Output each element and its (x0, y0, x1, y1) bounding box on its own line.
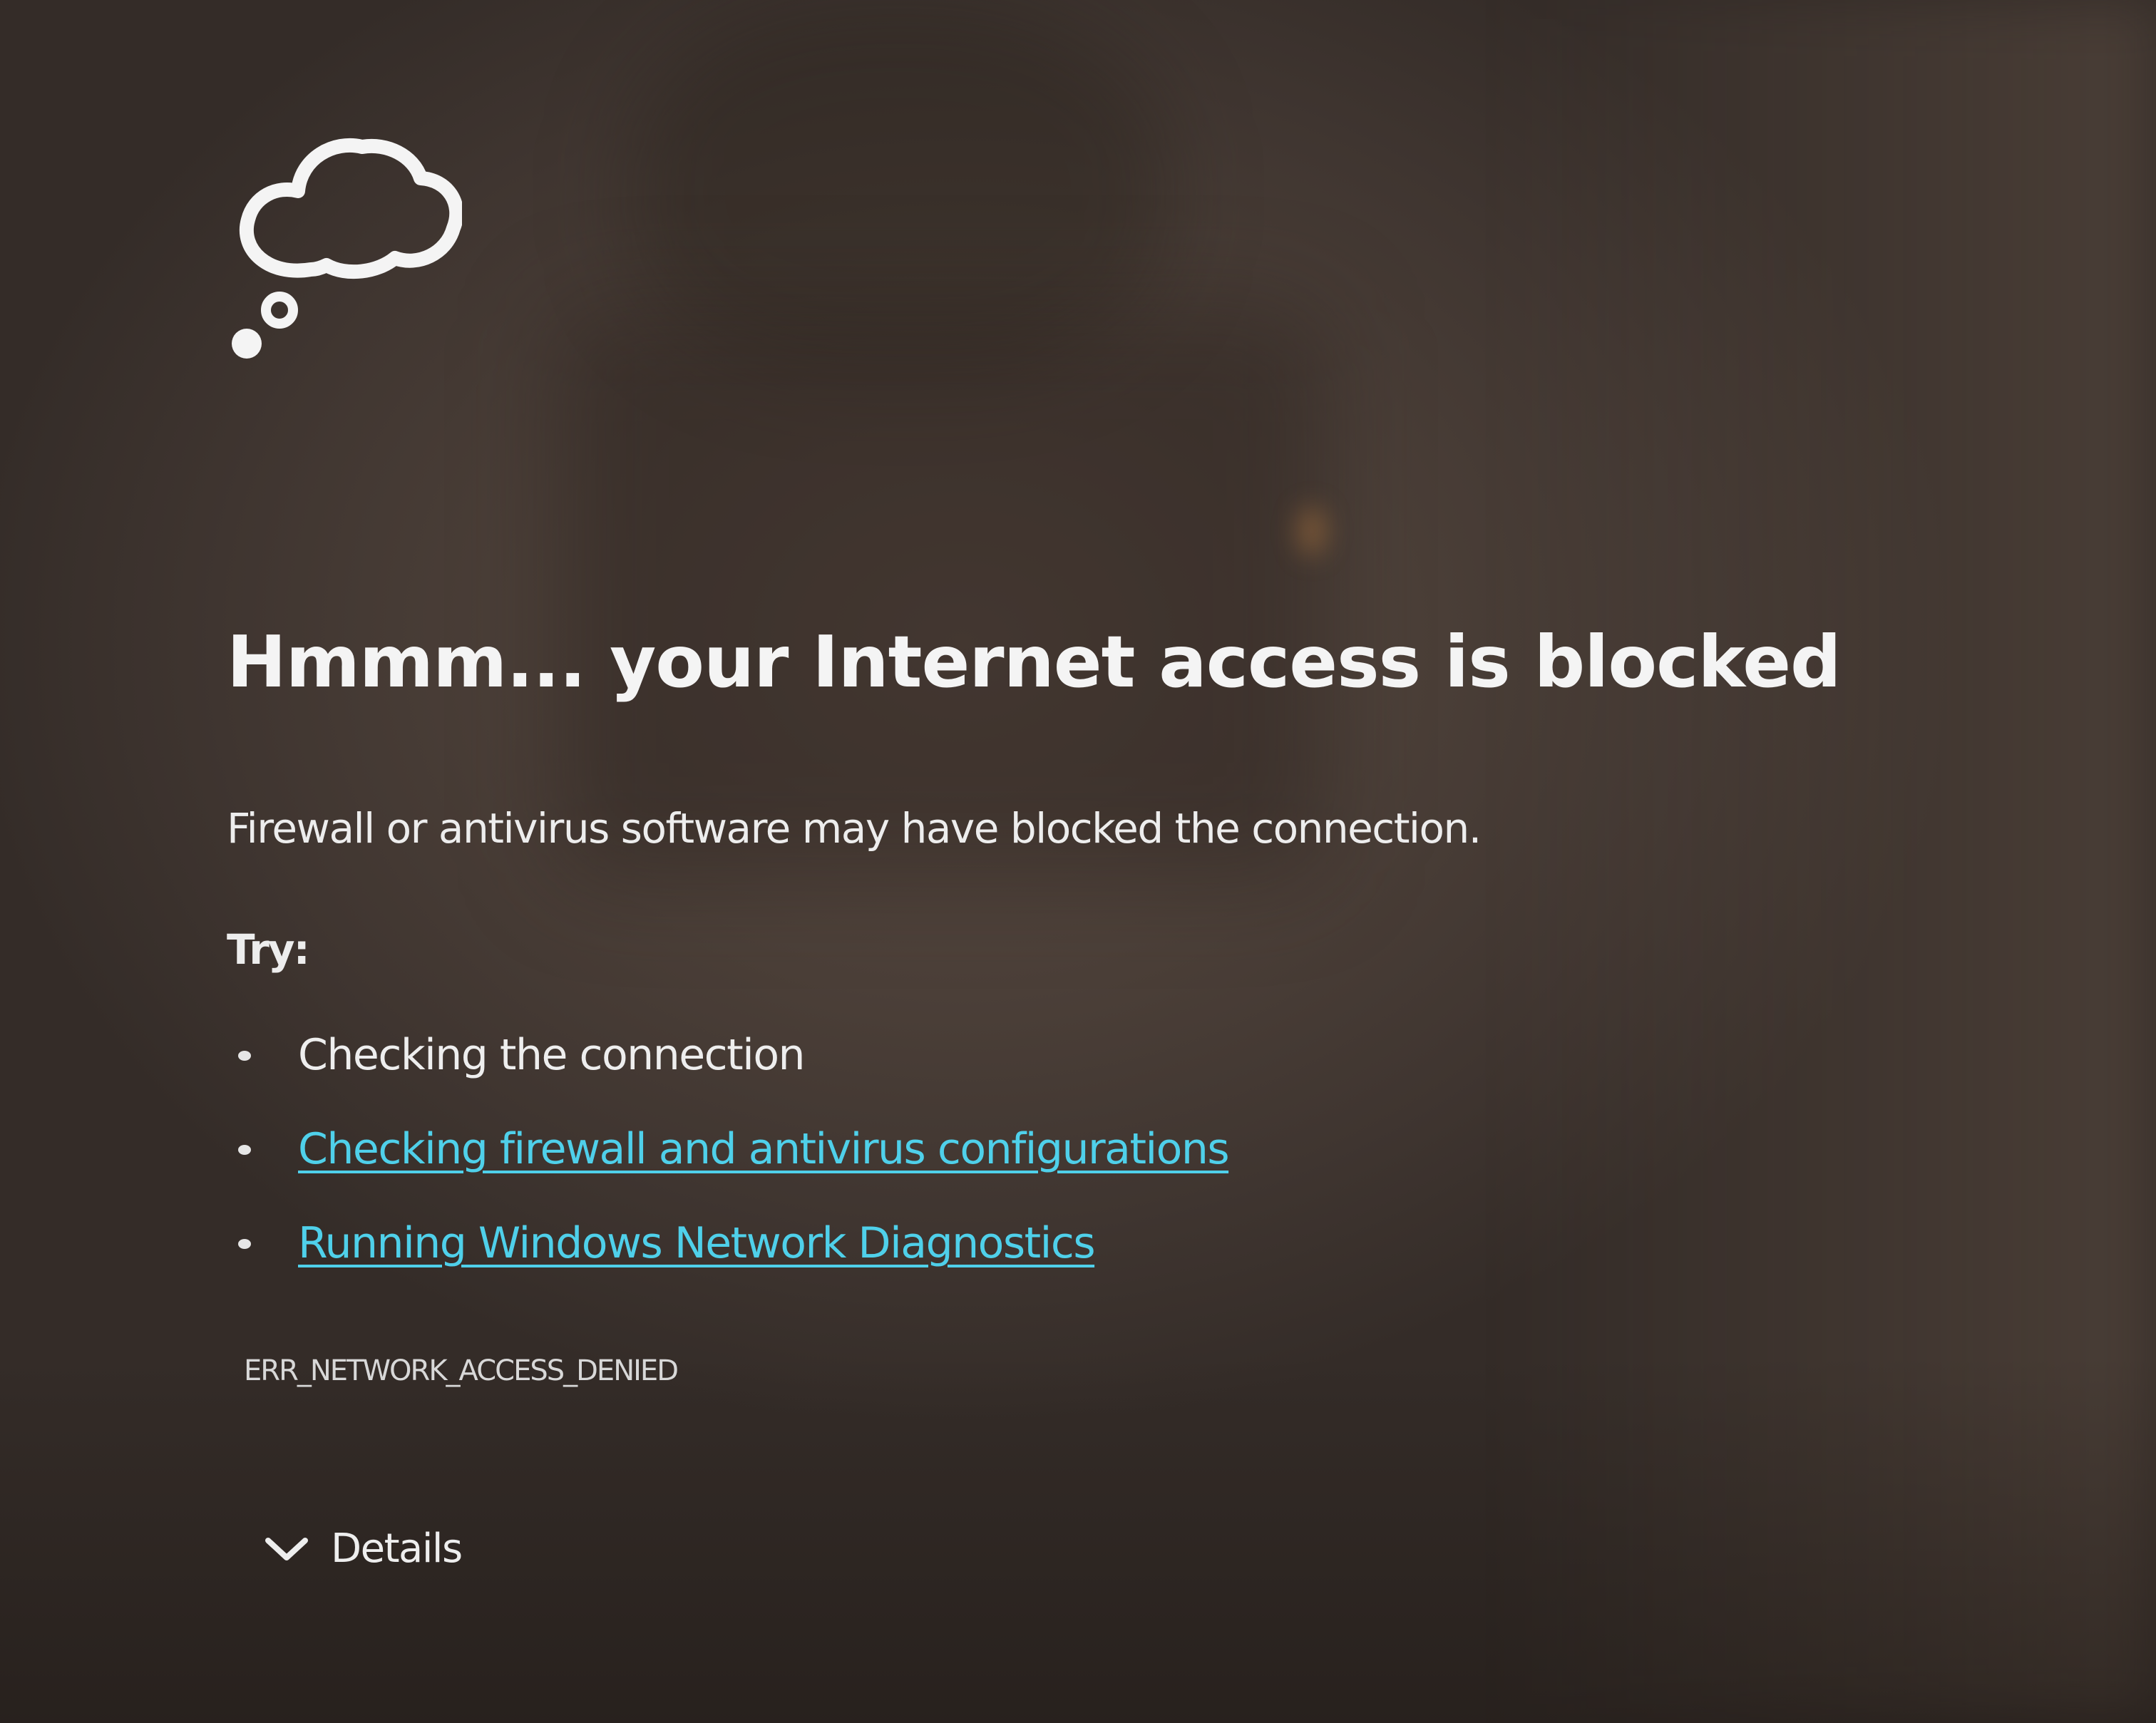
page-subtitle: Firewall or antivirus software may have … (227, 804, 1482, 853)
suggestion-item: Checking firewall and antivirus configur… (227, 1121, 1230, 1215)
details-button[interactable]: Details (264, 1526, 463, 1572)
suggestion-item: Checking the connection (227, 1027, 1228, 1121)
thought-cloud-icon (232, 138, 462, 359)
bullet-icon (238, 1239, 251, 1249)
network-diagnostics-link[interactable]: Running Windows Network Diagnostics (298, 1218, 1096, 1268)
suggestion-item: Running Windows Network Diagnostics (227, 1215, 1228, 1309)
suggestion-check-connection: Checking the connection (298, 1030, 806, 1080)
ambient-glare (1298, 506, 1326, 556)
details-label: Details (331, 1526, 463, 1572)
suggestion-list: Checking the connection Checking firewal… (227, 1027, 1230, 1309)
bullet-icon (238, 1145, 251, 1155)
bullet-icon (238, 1051, 251, 1061)
page-title: Hmmm... your Internet access is blocked (227, 620, 1842, 704)
firewall-antivirus-link[interactable]: Checking firewall and antivirus configur… (298, 1124, 1230, 1174)
chevron-down-icon (265, 1537, 308, 1560)
try-label: Try: (227, 925, 310, 974)
ambient-shadow (556, 307, 1326, 877)
ambient-shadow (627, 0, 1169, 371)
ambient-glare (1497, 0, 2156, 1723)
error-code: ERR_NETWORK_ACCESS_DENIED (244, 1354, 679, 1387)
